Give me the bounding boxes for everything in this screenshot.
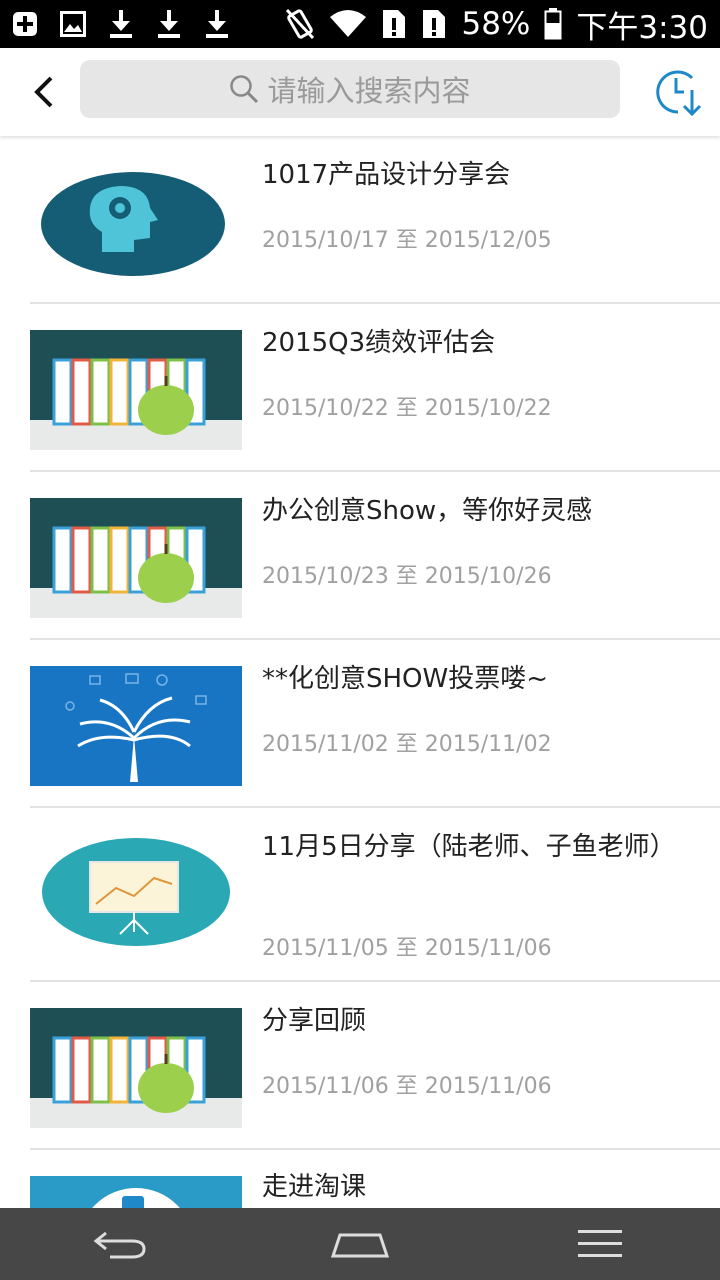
- item-title: 1017产品设计分享会: [262, 160, 511, 190]
- battery-icon: [544, 8, 562, 40]
- clock: 下午3:30: [576, 9, 708, 46]
- system-nav-bar: [0, 1208, 720, 1280]
- item-title: **化创意SHOW投票喽~: [262, 664, 549, 694]
- list-item[interactable]: 2015Q3绩效评估会 2015/10/22 至 2015/10/22: [30, 304, 720, 472]
- books-apple-image: [30, 498, 242, 618]
- battery-percent: 58%: [461, 6, 531, 42]
- item-title: 分享回顾: [262, 1006, 367, 1036]
- back-arrow-icon: [93, 1231, 146, 1259]
- wifi-icon: [330, 10, 367, 37]
- presentation-board-icon: [30, 834, 242, 954]
- list-item[interactable]: **化创意SHOW投票喽~ 2015/11/02 至 2015/11/02: [30, 640, 720, 808]
- list-item[interactable]: 走进淘课: [30, 1150, 720, 1208]
- chevron-left-icon: [34, 76, 53, 108]
- back-button[interactable]: [22, 68, 66, 116]
- item-date: 2015/11/06 至 2015/11/06: [262, 1074, 552, 1099]
- status-bar: 58% 下午3:30: [0, 0, 720, 48]
- nav-back-button[interactable]: [0, 1208, 240, 1280]
- list-item[interactable]: 1017产品设计分享会 2015/10/17 至 2015/12/05: [30, 136, 720, 304]
- sim-alert-icon: [383, 10, 406, 38]
- item-title: 办公创意Show，等你好灵感: [262, 496, 593, 526]
- item-date: 2015/11/02 至 2015/11/02: [262, 732, 552, 757]
- item-date: 2015/10/23 至 2015/10/26: [262, 564, 552, 589]
- team-badge-image: [30, 1176, 242, 1208]
- event-list: 1017产品设计分享会 2015/10/17 至 2015/12/05 2015…: [0, 136, 720, 1208]
- download-icon: [206, 10, 228, 38]
- idea-tree-image: [30, 666, 242, 786]
- head-gear-icon: [30, 164, 242, 284]
- item-title: 11月5日分享（陆老师、子鱼老师）: [262, 832, 676, 862]
- vibrate-icon: [286, 8, 315, 40]
- sim-alert-icon: [423, 10, 446, 38]
- search-input[interactable]: 请输入搜索内容: [80, 60, 620, 118]
- item-date: 2015/10/22 至 2015/10/22: [262, 396, 552, 421]
- search-icon: [230, 75, 259, 104]
- clock-download-icon: [656, 70, 702, 117]
- list-item[interactable]: 分享回顾 2015/11/06 至 2015/11/06: [30, 982, 720, 1150]
- books-apple-image: [30, 1008, 242, 1128]
- item-date: 2015/10/17 至 2015/12/05: [262, 228, 552, 253]
- menu-icon: [578, 1230, 622, 1257]
- home-icon: [330, 1233, 390, 1258]
- item-date: 2015/11/05 至 2015/11/06: [262, 936, 552, 961]
- download-icon: [158, 10, 180, 38]
- books-apple-image: [30, 330, 242, 450]
- search-placeholder: 请输入搜索内容: [267, 74, 471, 108]
- item-title: 走进淘课: [262, 1172, 367, 1202]
- nav-menu-button[interactable]: [480, 1208, 720, 1280]
- top-bar: 请输入搜索内容: [0, 48, 720, 136]
- list-item[interactable]: 办公创意Show，等你好灵感 2015/10/23 至 2015/10/26: [30, 472, 720, 640]
- download-icon: [110, 10, 132, 38]
- list-item[interactable]: 11月5日分享（陆老师、子鱼老师） 2015/11/05 至 2015/11/0…: [30, 808, 720, 982]
- nav-home-button[interactable]: [240, 1208, 480, 1280]
- add-notification-icon: [13, 12, 37, 36]
- item-title: 2015Q3绩效评估会: [262, 328, 496, 358]
- history-download-button[interactable]: [652, 66, 704, 118]
- image-notification-icon: [60, 11, 86, 37]
